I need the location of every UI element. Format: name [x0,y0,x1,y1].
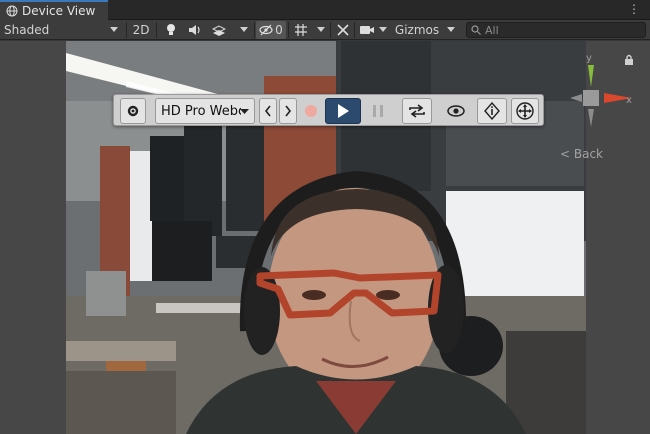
move-button[interactable] [511,98,539,124]
effects-dropdown[interactable] [236,21,252,39]
audio-toggle[interactable] [186,21,204,39]
cycle-icon [409,104,425,118]
effects-toggle[interactable] [210,21,228,39]
divider [254,22,255,38]
eye-hidden-icon [259,24,273,36]
speaker-icon [189,25,200,35]
info-button[interactable] [477,98,507,124]
back-view-label: < Back [560,147,604,161]
divider [330,22,331,38]
move-icon [516,102,534,120]
svg-text:y: y [586,53,592,64]
camera-device-label: HD Pro Webcam C920 [161,103,241,119]
shading-mode-label: Shaded [4,23,50,37]
chevron-down-icon [110,27,118,32]
grid-icon [295,24,307,36]
camera-dropdown[interactable] [376,21,390,39]
grid-toggle[interactable] [292,21,310,39]
scene-toolbar: Shaded 2D 0 Gizmos All [0,20,650,40]
search-icon [471,25,481,35]
lock-icon[interactable] [624,54,634,69]
search-placeholder: All [485,23,499,37]
svg-text:x: x [626,95,632,106]
chevron-right-icon [285,105,292,117]
divider [288,22,289,38]
pause-icon [373,105,383,117]
next-button[interactable] [279,98,297,124]
scene-visibility-toggle[interactable]: 0 [256,21,286,39]
settings-button[interactable] [120,98,146,124]
2d-label: 2D [132,23,150,37]
gizmos-button[interactable]: Gizmos [392,21,442,39]
settings-icon [127,105,139,117]
tools-icon [337,24,349,36]
info-icon [484,102,500,120]
hidden-count: 0 [275,23,283,37]
camera-device-dropdown[interactable]: HD Pro Webcam C920 [155,98,255,124]
pause-button[interactable] [363,98,393,124]
tab-device-view[interactable]: Device View [0,0,108,20]
divider [156,22,157,38]
record-button[interactable] [297,98,325,124]
play-button[interactable] [325,98,361,124]
gizmos-dropdown[interactable] [444,21,458,39]
divider [126,22,127,38]
chevron-down-icon [447,27,455,32]
search-field[interactable]: All [466,22,646,38]
chevron-down-icon [379,27,387,32]
record-icon [305,105,317,117]
chevron-down-icon [317,27,325,32]
chevron-down-icon [240,109,249,114]
chevron-left-icon [264,105,271,117]
2d-toggle-button[interactable]: 2D [130,21,152,39]
play-icon [338,104,349,118]
tab-bar: Device View ⋮ [0,0,650,20]
effects-icon [212,25,226,36]
chevron-down-icon [240,27,248,32]
cycle-button[interactable] [402,98,432,124]
tab-label: Device View [22,4,96,18]
shading-mode-dropdown[interactable]: Shaded [4,21,122,39]
kebab-menu-icon[interactable]: ⋮ [628,2,640,16]
gizmos-label: Gizmos [394,23,440,37]
eye-icon [447,105,465,117]
scene-viewport[interactable]: HD Pro Webcam C920 [0,41,650,434]
globe-icon [6,5,18,17]
camera-toggle[interactable] [358,21,376,39]
visibility-button[interactable] [441,98,471,124]
ar-playback-toolbar: HD Pro Webcam C920 [113,94,544,126]
camera-icon [360,26,374,34]
grid-dropdown[interactable] [314,21,328,39]
divider [354,22,355,38]
tools-toggle[interactable] [334,21,352,39]
lighting-toggle[interactable] [162,21,180,39]
lightbulb-icon [167,24,175,35]
previous-button[interactable] [259,98,277,124]
